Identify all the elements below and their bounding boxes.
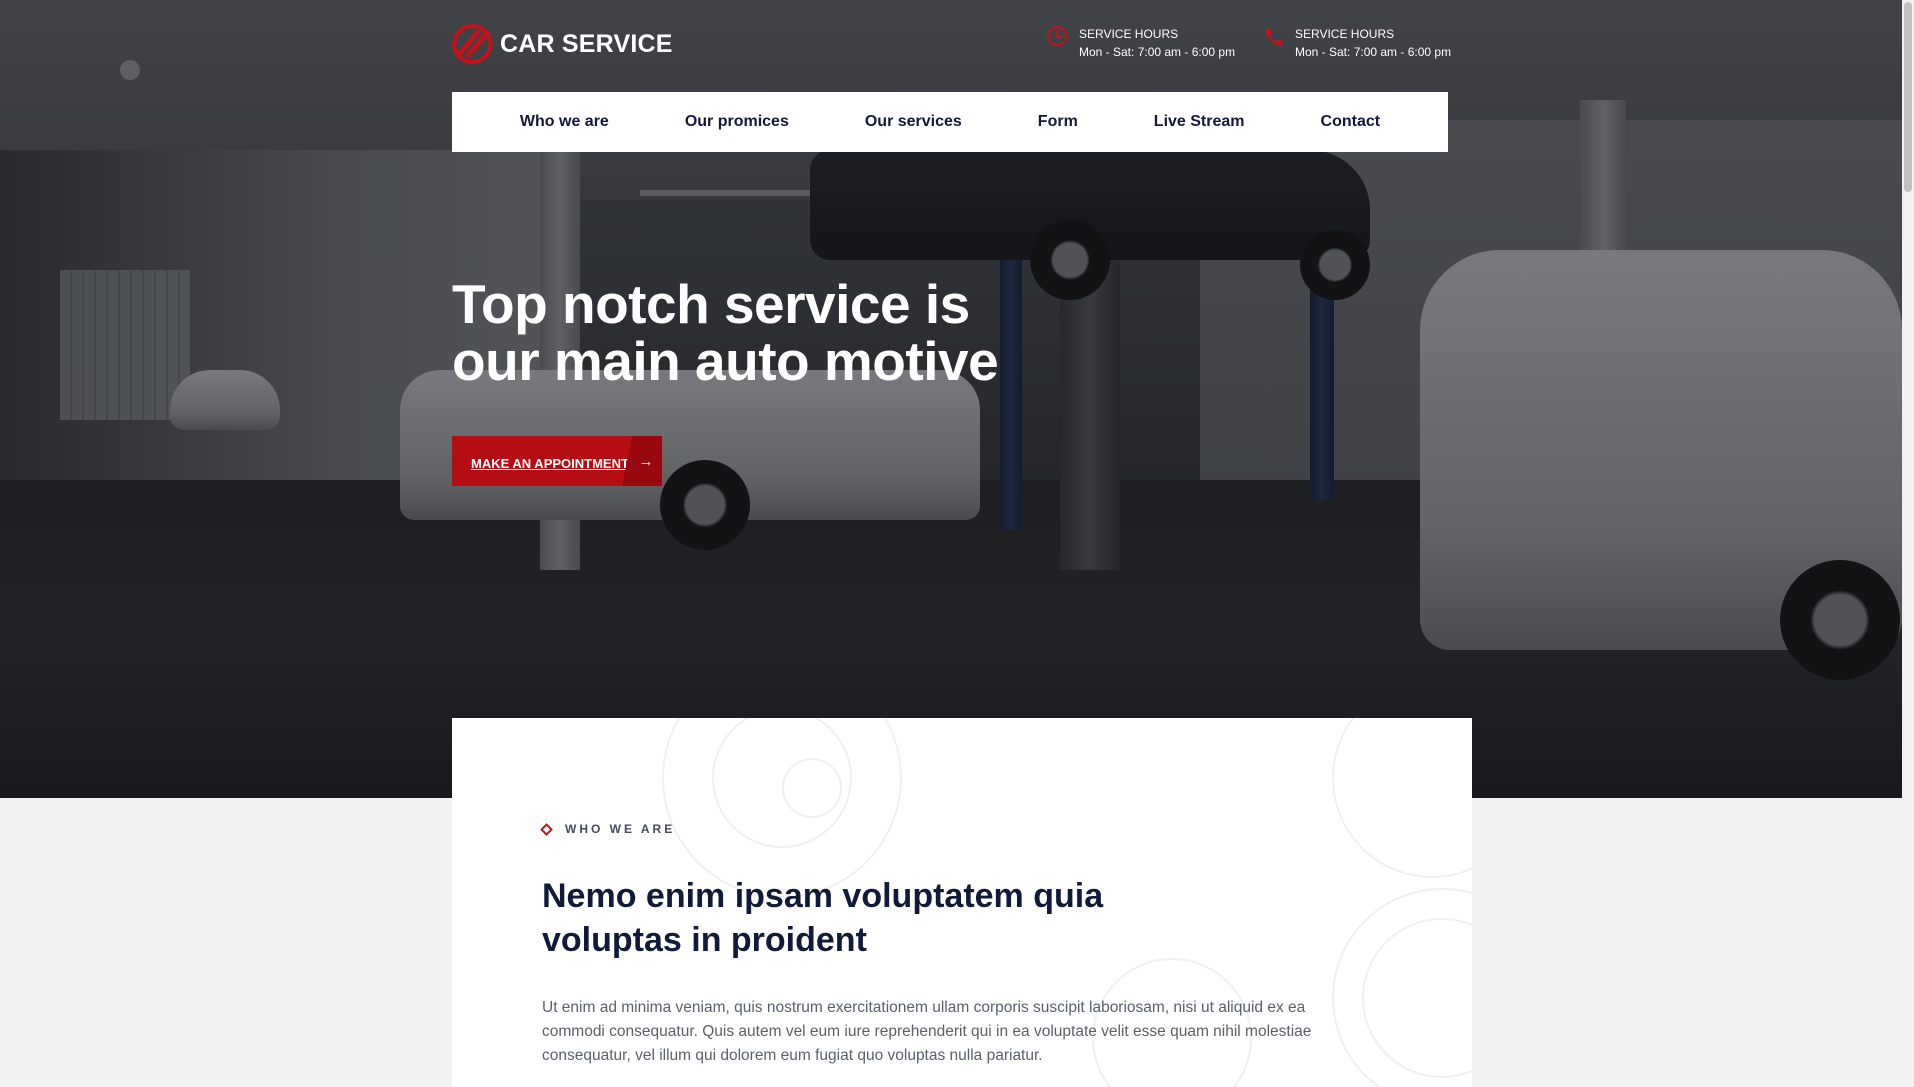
hero-title-line-1: Top notch service is bbox=[452, 273, 970, 335]
scrollbar-thumb[interactable] bbox=[1904, 2, 1912, 192]
phone-icon bbox=[1263, 26, 1285, 48]
logo[interactable]: CAR SERVICE bbox=[452, 24, 673, 64]
service-hours-2: SERVICE HOURS Mon - Sat: 7:00 am - 6:00 … bbox=[1263, 26, 1451, 62]
nav-item-form[interactable]: Form bbox=[1000, 92, 1116, 152]
page-scrollbar[interactable] bbox=[1902, 0, 1914, 1087]
nav-item-our-services[interactable]: Our services bbox=[827, 92, 1000, 152]
hero-title-line-2: our main auto motive bbox=[452, 330, 999, 392]
nav-item-contact[interactable]: Contact bbox=[1283, 92, 1419, 152]
nav-item-our-promices[interactable]: Our promices bbox=[647, 92, 827, 152]
who-we-are-section: WHO WE ARE Nemo enim ipsam voluptatem qu… bbox=[452, 718, 1472, 1087]
section-title: Nemo enim ipsam voluptatem quia voluptas… bbox=[542, 877, 1104, 959]
section-eyebrow: WHO WE ARE bbox=[540, 822, 676, 836]
service-hours-value: Mon - Sat: 7:00 am - 6:00 pm bbox=[1079, 45, 1236, 59]
hero-title: Top notch service is our main auto motiv… bbox=[452, 276, 1072, 390]
nav-item-who-we-are[interactable]: Who we are bbox=[482, 92, 647, 152]
nav-item-live-stream[interactable]: Live Stream bbox=[1116, 92, 1283, 152]
clock-icon bbox=[1047, 26, 1069, 48]
make-appointment-button[interactable]: MAKE AN APPOINTMENT → bbox=[452, 436, 662, 486]
logo-icon bbox=[452, 24, 492, 64]
arrow-right-icon: → bbox=[622, 436, 662, 486]
service-hours-label: SERVICE HOURS bbox=[1079, 27, 1179, 41]
service-hours-1: SERVICE HOURS Mon - Sat: 7:00 am - 6:00 … bbox=[1047, 26, 1235, 62]
main-nav: Who we are Our promices Our services For… bbox=[452, 92, 1448, 152]
diamond-icon bbox=[540, 822, 553, 836]
eyebrow-label: WHO WE ARE bbox=[565, 822, 676, 836]
section-text: Ut enim ad minima veniam, quis nostrum e… bbox=[542, 999, 1312, 1064]
make-appointment-label: MAKE AN APPOINTMENT bbox=[471, 455, 629, 471]
service-hours-label: SERVICE HOURS bbox=[1295, 27, 1395, 41]
service-hours-value: Mon - Sat: 7:00 am - 6:00 pm bbox=[1295, 45, 1452, 59]
brand-name: CAR SERVICE bbox=[500, 29, 673, 58]
